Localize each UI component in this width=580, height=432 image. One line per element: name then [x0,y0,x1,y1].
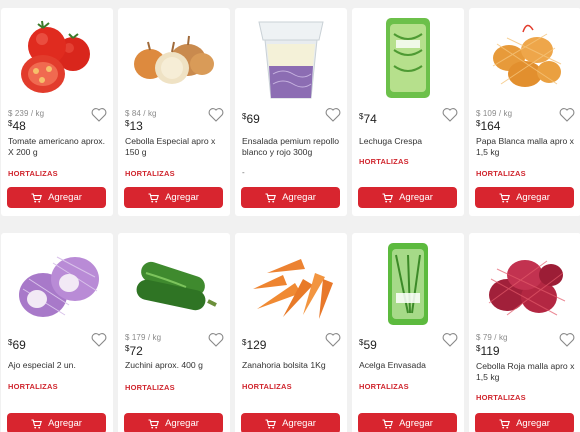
favorite-heart-icon[interactable] [325,107,341,122]
cart-icon [382,192,394,202]
cart-icon [265,192,277,202]
favorite-heart-icon[interactable] [559,107,575,122]
product-name[interactable]: Tomate americano aprox. X 200 g [8,136,107,158]
product-card[interactable]: $ 239 / kg $48 Tomate americano aprox. X… [1,8,113,216]
product-name[interactable]: Zuchini aprox. 400 g [125,360,224,371]
add-to-cart-label: Agregar [48,418,82,429]
product-price: $69 [8,338,26,352]
cart-icon [499,192,511,202]
product-card[interactable]: $129 Zanahoria bolsita 1Kg HORTALIZAS Ag… [235,233,347,432]
product-image-salad-cup[interactable] [243,14,339,102]
product-name[interactable]: Cebolla Especial apro x 150 g [125,136,224,158]
product-image-potatoes-mesh[interactable] [477,14,573,102]
product-price: $129 [242,338,267,352]
unit-price: $ 179 / kg [125,333,162,342]
add-to-cart-label: Agregar [399,192,433,203]
cart-icon [265,418,277,428]
add-to-cart-label: Agregar [48,192,82,203]
cart-icon [148,418,160,428]
add-to-cart-label: Agregar [399,418,433,429]
product-price: $119 [476,344,500,358]
product-card[interactable]: $ 109 / kg $164 Papa Blanca malla apro x… [469,8,580,216]
product-image-red-onions-mesh[interactable] [477,239,573,327]
product-image-tomatoes[interactable] [9,14,105,102]
product-image-chard-bag[interactable] [360,239,456,327]
favorite-heart-icon[interactable] [442,332,458,347]
product-category[interactable]: HORTALIZAS [125,169,175,178]
product-price: $69 [242,112,260,126]
unit-price: $ 79 / kg [476,333,508,342]
add-to-cart-button[interactable]: Agregar [475,413,574,432]
product-card[interactable]: $69 Ajo especial 2 un. HORTALIZAS Agrega… [1,233,113,432]
product-name[interactable]: Lechuga Crespa [359,136,458,147]
product-price: $13 [125,119,143,133]
product-image-garlic[interactable] [9,239,105,327]
product-image-lettuce-bag[interactable] [360,14,456,102]
product-card[interactable]: $74 Lechuga Crespa HORTALIZAS Agregar [352,8,464,216]
product-price: $59 [359,338,377,352]
product-card[interactable]: $69 Ensalada pemium repollo blanco y roj… [235,8,347,216]
product-category[interactable]: HORTALIZAS [476,393,526,402]
favorite-heart-icon[interactable] [559,332,575,347]
product-card[interactable]: $59 Acelga Envasada HORTALIZAS Agregar [352,233,464,432]
add-to-cart-button[interactable]: Agregar [358,413,457,432]
cart-icon [148,192,160,202]
product-name[interactable]: Ajo especial 2 un. [8,360,107,371]
add-to-cart-label: Agregar [165,192,199,203]
add-to-cart-button[interactable]: Agregar [475,187,574,208]
cart-icon [382,418,394,428]
product-name[interactable]: Ensalada pemium repollo blanco y rojo 30… [242,136,341,158]
product-price: $48 [8,119,26,133]
add-to-cart-label: Agregar [516,192,550,203]
add-to-cart-label: Agregar [282,192,316,203]
product-card[interactable]: $ 84 / kg $13 Cebolla Especial apro x 15… [118,8,230,216]
cart-icon [499,418,511,428]
product-price: $164 [476,119,501,133]
product-image-carrots[interactable] [243,239,339,327]
product-image-onions[interactable] [126,14,222,102]
product-grid: $ 239 / kg $48 Tomate americano aprox. X… [0,0,580,432]
add-to-cart-button[interactable]: Agregar [358,187,457,208]
add-to-cart-button[interactable]: Agregar [7,413,106,432]
product-category-placeholder: - [242,168,245,177]
product-price: $72 [125,344,143,358]
add-to-cart-button[interactable]: Agregar [124,187,223,208]
add-to-cart-button[interactable]: Agregar [241,413,340,432]
favorite-heart-icon[interactable] [208,107,224,122]
product-category[interactable]: HORTALIZAS [476,169,526,178]
product-category[interactable]: HORTALIZAS [242,382,292,391]
add-to-cart-label: Agregar [165,418,199,429]
cart-icon [31,418,43,428]
add-to-cart-button[interactable]: Agregar [124,413,223,432]
product-card[interactable]: $ 79 / kg $119 Cebolla Roja malla apro x… [469,233,580,432]
favorite-heart-icon[interactable] [442,107,458,122]
add-to-cart-label: Agregar [282,418,316,429]
product-category[interactable]: HORTALIZAS [359,157,409,166]
product-price: $74 [359,112,377,126]
product-name[interactable]: Acelga Envasada [359,360,458,371]
favorite-heart-icon[interactable] [91,332,107,347]
product-image-zucchini[interactable] [126,239,222,327]
product-card[interactable]: $ 179 / kg $72 Zuchini aprox. 400 g HORT… [118,233,230,432]
product-category[interactable]: HORTALIZAS [125,383,175,392]
product-category[interactable]: HORTALIZAS [8,382,58,391]
favorite-heart-icon[interactable] [208,332,224,347]
product-name[interactable]: Zanahoria bolsita 1Kg [242,360,341,371]
favorite-heart-icon[interactable] [91,107,107,122]
favorite-heart-icon[interactable] [325,332,341,347]
cart-icon [31,192,43,202]
product-category[interactable]: HORTALIZAS [359,382,409,391]
add-to-cart-label: Agregar [516,418,550,429]
product-category[interactable]: HORTALIZAS [8,169,58,178]
product-name[interactable]: Papa Blanca malla apro x 1,5 kg [476,136,575,158]
add-to-cart-button[interactable]: Agregar [7,187,106,208]
add-to-cart-button[interactable]: Agregar [241,187,340,208]
product-name[interactable]: Cebolla Roja malla apro x 1,5 kg [476,361,575,383]
